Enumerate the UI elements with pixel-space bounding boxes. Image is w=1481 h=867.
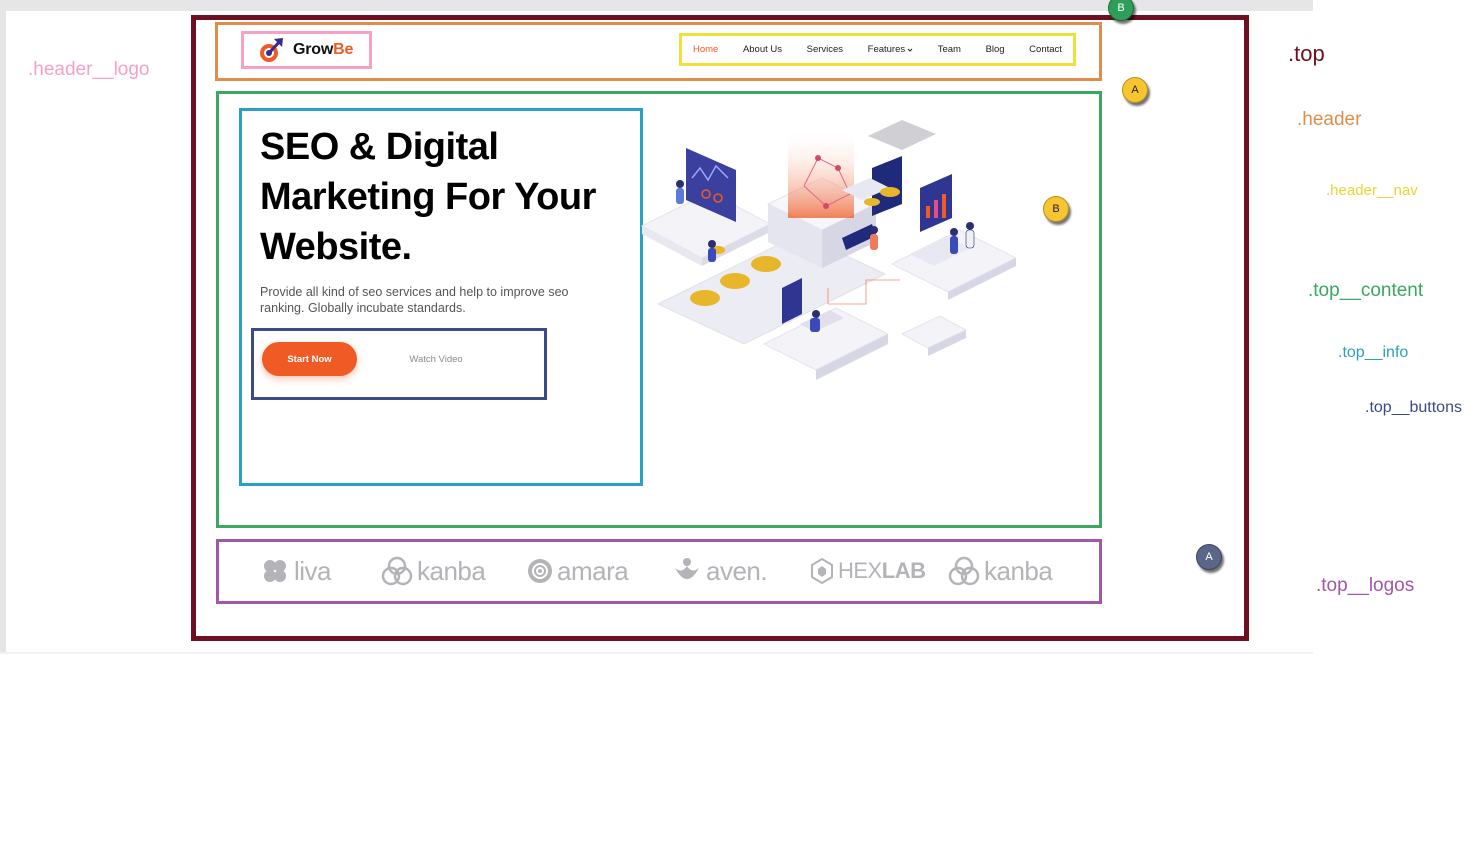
trefoil-icon [948,556,980,586]
partner-logo-liva-text: liva [294,555,332,586]
annotation-header-logo: .header__logo [28,59,150,80]
annotation-top-buttons: .top__buttons [1365,399,1462,416]
annotation-top: .top [1288,41,1325,66]
annotation-top-content: .top__content [1308,280,1424,301]
leaf-cup-icon [675,558,699,579]
nav-item-team[interactable]: Team [938,44,961,55]
partner-logo-aven-text: aven. [706,555,768,586]
marker-b-content: B [1043,196,1069,222]
partner-logo-kanba-2-text: kanba [984,555,1053,586]
partner-logo-amara[interactable]: amara [527,553,629,589]
partner-logo-hexlab[interactable]: HEXLAB [810,553,926,589]
partner-logos: liva kanba amara aven. HEXLAB kanba [219,542,1099,601]
marker-a-logos: A [1196,544,1222,570]
site-logo-text: GrowBe [293,41,353,59]
partner-logo-kanba-1-text: kanba [417,555,486,586]
hexlab-text-light: HEX [838,558,882,583]
partner-logo-kanba-1[interactable]: kanba [381,553,486,589]
nav-item-features-label: Features [867,44,906,55]
logo-text-main: Grow [293,41,334,58]
nav-item-blog[interactable]: Blog [986,44,1005,55]
hexlab-text-bold: LAB [881,558,926,583]
annotation-header: .header [1297,109,1362,130]
partner-logo-kanba-2[interactable]: kanba [948,553,1053,589]
site-logo[interactable]: GrowBe [259,36,353,64]
logo-text-accent: Be [333,41,354,58]
canvas-bottom-edge [0,652,1313,654]
partner-logo-amara-text: amara [557,555,629,586]
partner-logo-aven[interactable]: aven. [672,553,768,589]
canvas-left-edge [0,0,6,654]
at-circle-icon [528,559,552,583]
nav-item-features[interactable]: Features [868,44,914,55]
hero-title: SEO & Digital Marketing For Your Website… [260,126,596,268]
trefoil-icon [381,556,413,586]
partner-logo-liva[interactable]: liva [260,553,332,589]
nav-item-about-us[interactable]: About Us [743,44,782,55]
annotation-top-info: .top__info [1338,344,1409,361]
annotation-header-nav: .header__nav [1326,182,1418,199]
partner-logo-hexlab-text: HEXLAB [838,558,926,584]
watch-video-button[interactable]: Watch Video [392,351,480,367]
chevron-down-icon [907,48,913,52]
nav-item-services[interactable]: Services [807,44,843,55]
start-now-button[interactable]: Start Now [262,342,357,376]
hexagon-icon [811,557,833,585]
hero-description: Provide all kind of seo services and hel… [260,285,569,315]
marker-a-content: A [1122,77,1148,103]
rocket-arrow-icon [260,38,283,62]
header-nav: Home About Us Services Features Team Blo… [683,37,1072,62]
annotation-top-logos: .top__logos [1316,575,1415,596]
isometric-seo-illustration [640,120,1018,380]
flower-icon [264,560,286,582]
nav-item-contact[interactable]: Contact [1029,44,1062,55]
nav-item-home[interactable]: Home [693,44,718,55]
